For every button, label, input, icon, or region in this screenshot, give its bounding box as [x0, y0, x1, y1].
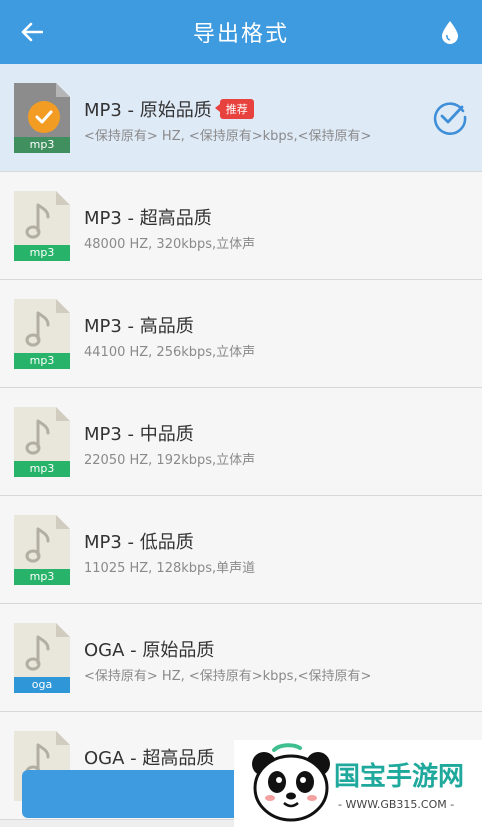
mp3-file-icon: mp3	[14, 515, 70, 585]
selected-check-icon	[28, 101, 60, 133]
format-list: mp3 MP3 - 原始品质 推荐 <保持原有> HZ, <保持原有>kbps,<…	[0, 64, 482, 827]
theme-button[interactable]	[436, 16, 464, 48]
format-item-mp3-high[interactable]: mp3 MP3 - 高品质 44100 HZ, 256kbps,立体声	[0, 280, 482, 388]
mp3-file-icon: mp3	[14, 83, 70, 153]
format-desc: <保持原有> HZ, <保持原有>kbps,<保持原有>	[84, 669, 372, 684]
format-desc: <保持原有> HZ, <保持原有>kbps,<保持原有>	[84, 129, 372, 144]
format-item-oga-original[interactable]: oga OGA - 原始品质 <保持原有> HZ, <保持原有>kbps,<保持…	[0, 604, 482, 712]
watermark-url: - WWW.GB315.COM -	[338, 798, 455, 811]
format-desc: 44100 HZ, 256kbps,立体声	[84, 345, 256, 360]
mp3-file-icon: mp3	[14, 407, 70, 477]
oga-file-icon: oga	[14, 623, 70, 693]
format-item-mp3-low[interactable]: mp3 MP3 - 低品质 11025 HZ, 128kbps,单声道	[0, 496, 482, 604]
app-bar: 导出格式	[0, 0, 482, 64]
page-title: 导出格式	[192, 22, 289, 47]
format-badge: oga	[14, 677, 70, 693]
format-name: MP3 - 中品质	[84, 424, 194, 445]
back-arrow-icon	[21, 22, 43, 42]
format-badge: mp3	[14, 245, 70, 261]
format-item-mp3-superhigh[interactable]: mp3 MP3 - 超高品质 48000 HZ, 320kbps,立体声	[0, 172, 482, 280]
format-item-mp3-medium[interactable]: mp3 MP3 - 中品质 22050 HZ, 192kbps,立体声	[0, 388, 482, 496]
format-name: OGA - 原始品质	[84, 640, 215, 661]
mp3-file-icon: mp3	[14, 191, 70, 261]
back-button[interactable]	[14, 14, 50, 50]
check-circle-icon	[433, 102, 467, 135]
droplet-icon	[442, 21, 458, 44]
mp3-file-icon: mp3	[14, 299, 70, 369]
recommended-tag: 推荐	[214, 99, 254, 119]
format-badge: mp3	[14, 137, 70, 153]
format-name: MP3 - 原始品质 推荐	[84, 96, 254, 122]
format-name: MP3 - 高品质	[84, 316, 194, 337]
format-desc: 48000 HZ, 320kbps,立体声	[84, 237, 256, 252]
watermark: 国宝手游网 - WWW.GB315.COM -	[234, 740, 482, 827]
panda-logo-icon	[252, 743, 330, 822]
format-name: MP3 - 低品质	[84, 532, 194, 553]
format-badge: mp3	[14, 461, 70, 477]
format-badge: mp3	[14, 353, 70, 369]
format-desc: 22050 HZ, 192kbps,立体声	[84, 453, 256, 468]
format-badge: mp3	[14, 569, 70, 585]
format-item-mp3-original[interactable]: mp3 MP3 - 原始品质 推荐 <保持原有> HZ, <保持原有>kbps,<…	[0, 64, 482, 172]
format-name: OGA - 超高品质	[84, 748, 215, 769]
format-name: MP3 - 超高品质	[84, 208, 212, 229]
watermark-brand: 国宝手游网	[334, 762, 465, 792]
format-desc: 11025 HZ, 128kbps,单声道	[84, 561, 256, 576]
